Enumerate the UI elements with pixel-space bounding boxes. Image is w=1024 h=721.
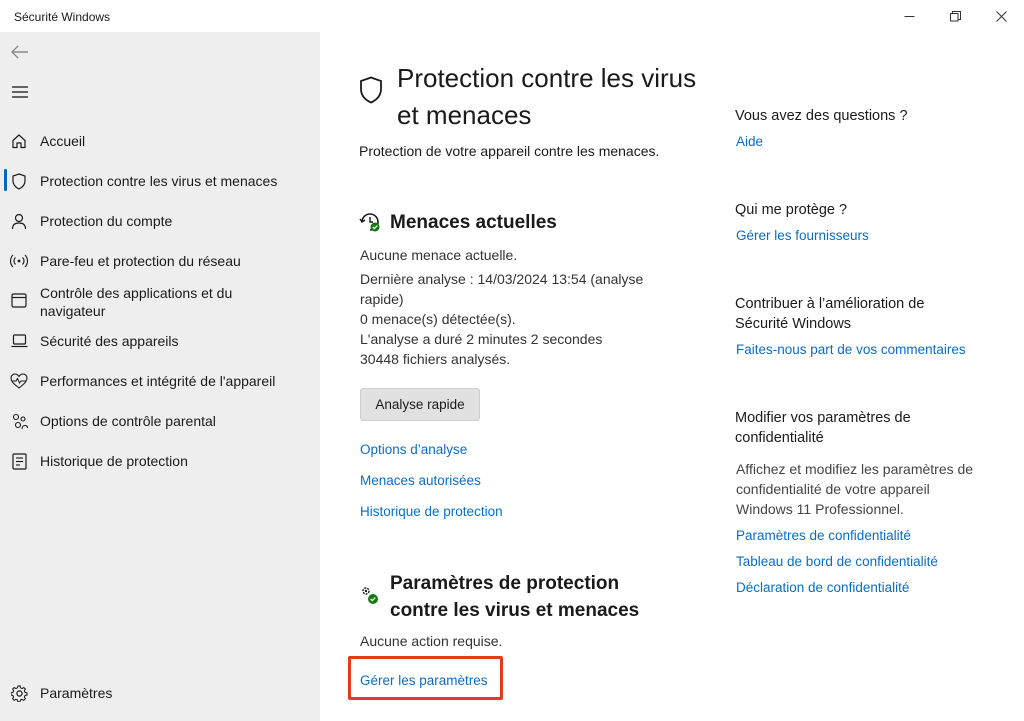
close-icon <box>995 10 1007 22</box>
last-scan-info: Dernière analyse : 14/03/2024 13:54 (ana… <box>360 271 644 307</box>
sidebar-item-label: Protection du compte <box>40 213 173 229</box>
sidebar-item-label: Paramètres <box>40 685 113 701</box>
sidebar-item-label: Protection contre les virus et menaces <box>40 173 278 189</box>
laptop-icon <box>10 332 28 350</box>
sidebar-item-settings[interactable]: Paramètres <box>0 680 320 706</box>
page-title: Protection contre les virus et menaces <box>397 63 697 130</box>
app-title: Sécurité Windows <box>14 10 111 24</box>
settings-gears-icon <box>359 584 381 611</box>
shield-icon <box>359 76 383 109</box>
help-link[interactable]: Aide <box>736 132 763 152</box>
protection-settings-title: Paramètres de protection contre les viru… <box>390 573 640 621</box>
privacy-dashboard-link[interactable]: Tableau de bord de confidentialité <box>736 552 938 572</box>
arrow-left-icon <box>11 45 28 59</box>
app-window-icon <box>10 291 28 309</box>
contribute-heading: Contribuer à l’amélioration de Sécurité … <box>735 296 925 332</box>
privacy-settings-link[interactable]: Paramètres de confidentialité <box>736 526 911 546</box>
manage-settings-link[interactable]: Gérer les paramètres <box>360 671 488 691</box>
sidebar-item-virus-protection[interactable]: Protection contre les virus et menaces <box>0 168 320 194</box>
privacy-statement-link[interactable]: Déclaration de confidentialité <box>736 578 909 598</box>
sidebar-item-accueil[interactable]: Accueil <box>0 128 320 154</box>
shield-icon <box>10 172 28 190</box>
sidebar-item-label: Pare-feu et protection du réseau <box>40 253 241 269</box>
sidebar-item-label: Historique de protection <box>40 453 188 469</box>
current-threats-title: Menaces actuelles <box>390 212 557 233</box>
allowed-threats-link[interactable]: Menaces autorisées <box>360 471 481 491</box>
back-button[interactable] <box>10 42 30 62</box>
questions-heading: Vous avez des questions ? <box>735 108 908 124</box>
privacy-heading: Modifier vos paramètres de confidentiali… <box>735 410 911 446</box>
family-icon <box>10 412 28 430</box>
sidebar-item-label: Sécurité des appareils <box>40 333 179 349</box>
gear-icon <box>10 684 28 702</box>
sidebar-item-label: Performances et intégrité de l'appareil <box>40 373 276 389</box>
protection-history-link[interactable]: Historique de protection <box>360 502 503 522</box>
close-button[interactable] <box>978 0 1024 32</box>
scan-duration: L'analyse a duré 2 minutes 2 secondes <box>360 331 603 347</box>
sidebar: Accueil Protection contre les virus et m… <box>0 32 320 721</box>
sidebar-item-app-control[interactable]: Contrôle des applications et du navigate… <box>0 283 320 321</box>
home-icon <box>10 132 28 150</box>
history-icon <box>10 452 28 470</box>
minimize-button[interactable] <box>886 0 932 32</box>
sidebar-item-label: Accueil <box>40 133 86 149</box>
settings-status: Aucune action requise. <box>360 633 503 649</box>
manage-providers-link[interactable]: Gérer les fournisseurs <box>736 226 869 246</box>
files-scanned: 30448 fichiers analysés. <box>360 351 511 367</box>
sidebar-item-parental[interactable]: Options de contrôle parental <box>0 408 320 434</box>
title-bar: Sécurité Windows <box>0 0 1024 32</box>
sidebar-item-device-security[interactable]: Sécurité des appareils <box>0 328 320 354</box>
feedback-link[interactable]: Faites-nous part de vos commentaires <box>736 340 966 360</box>
menu-button[interactable] <box>10 82 30 102</box>
restore-button[interactable] <box>932 0 978 32</box>
scan-clock-icon <box>359 211 381 238</box>
privacy-text: Affichez et modifiez les paramètres de c… <box>736 461 974 517</box>
sidebar-item-label: Options de contrôle parental <box>40 413 216 429</box>
hamburger-menu-icon <box>12 86 28 98</box>
wifi-signal-icon <box>10 252 28 270</box>
threats-detected: 0 menace(s) détectée(s). <box>360 311 516 327</box>
heart-pulse-icon <box>10 372 28 390</box>
minimize-icon <box>904 15 914 17</box>
who-protects-heading: Qui me protège ? <box>735 202 848 218</box>
restore-icon <box>949 10 961 21</box>
sidebar-item-firewall[interactable]: Pare-feu et protection du réseau <box>0 248 320 274</box>
sidebar-item-account[interactable]: Protection du compte <box>0 208 320 234</box>
quick-scan-button[interactable]: Analyse rapide <box>360 388 480 421</box>
threat-status: Aucune menace actuelle. <box>360 247 518 263</box>
sidebar-item-performance[interactable]: Performances et intégrité de l'appareil <box>0 368 320 394</box>
scan-options-link[interactable]: Options d’analyse <box>360 440 467 460</box>
page-subtitle: Protection de votre appareil contre les … <box>359 143 660 159</box>
main-content: Protection contre les virus et menaces P… <box>320 32 1024 721</box>
sidebar-item-label: Contrôle des applications et du navigate… <box>40 285 233 319</box>
sidebar-item-history[interactable]: Historique de protection <box>0 448 320 474</box>
person-icon <box>10 212 28 230</box>
